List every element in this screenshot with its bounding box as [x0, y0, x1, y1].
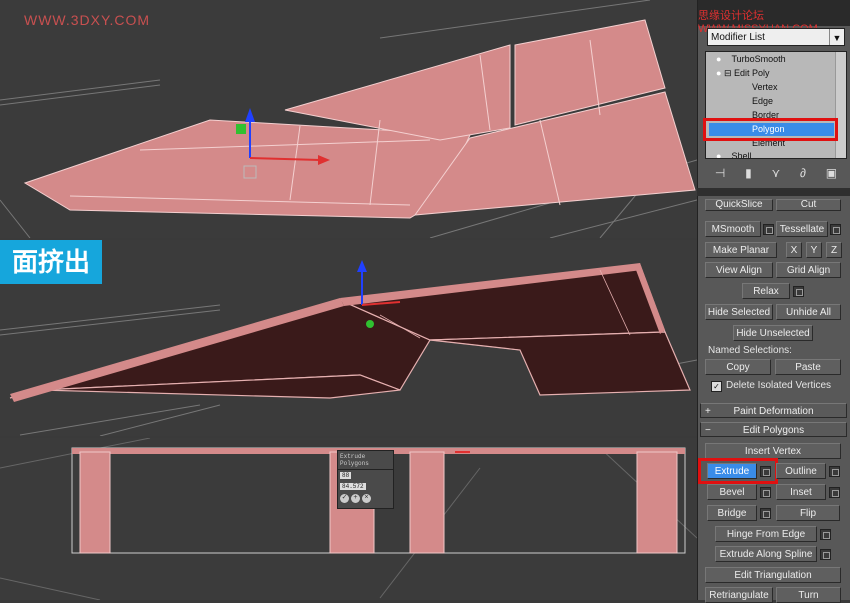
relax-button[interactable]: Relax: [742, 283, 790, 299]
named-selections-label: Named Selections:: [708, 345, 792, 356]
stack-scrollbar[interactable]: [835, 52, 846, 158]
extrude-height-field[interactable]: 84.572: [340, 483, 366, 490]
viewport-top[interactable]: WWW.3DXY.COM: [0, 0, 697, 238]
inset-button[interactable]: Inset: [776, 484, 826, 500]
step-badge: 面挤出: [0, 240, 102, 284]
tessellate-button[interactable]: Tessellate: [776, 221, 828, 237]
stack-item-shell[interactable]: ● Shell: [716, 150, 752, 159]
delete-isolated-checkbox[interactable]: ✓: [711, 381, 722, 392]
make-planar-button[interactable]: Make Planar: [705, 242, 777, 258]
stack-item-edge[interactable]: Edge: [752, 95, 773, 108]
viewport-perspective-canvas: [0, 260, 697, 436]
unhide-all-button[interactable]: Unhide All: [776, 304, 841, 320]
collapse-icon: −: [705, 425, 711, 436]
rollout-paint-deformation[interactable]: + Paint Deformation: [700, 403, 847, 418]
insert-vertex-button[interactable]: Insert Vertex: [705, 443, 841, 459]
edit-triangulation-button[interactable]: Edit Triangulation: [705, 567, 841, 583]
outline-settings-icon[interactable]: [829, 466, 840, 477]
stack-item-turbosmooth[interactable]: ● TurboSmooth: [716, 53, 786, 66]
make-planar-y-button[interactable]: Y: [806, 242, 822, 258]
apply-icon[interactable]: +: [351, 494, 360, 503]
make-planar-x-button[interactable]: X: [786, 242, 802, 258]
cut-button[interactable]: Cut: [776, 199, 841, 211]
bulb-icon[interactable]: ●: [716, 151, 721, 158]
delete-isolated-label: Delete Isolated Vertices: [726, 380, 832, 391]
make-planar-z-button[interactable]: Z: [826, 242, 842, 258]
relax-settings-icon[interactable]: [793, 286, 804, 297]
show-end-result-icon[interactable]: ▮: [745, 166, 752, 180]
panel-separator: [697, 188, 850, 196]
chevron-down-icon[interactable]: ▼: [829, 29, 844, 45]
highlight-polygon: [703, 118, 838, 141]
rollout-title: Edit Polygons: [742, 425, 805, 436]
highlight-extrude: [698, 458, 778, 484]
quickslice-button[interactable]: QuickSlice: [705, 199, 773, 211]
modifier-list-dropdown[interactable]: Modifier List ▼: [707, 28, 845, 46]
bevel-settings-icon[interactable]: [760, 487, 771, 498]
modifier-list-label: Modifier List: [711, 32, 765, 43]
stack-item-label: Edit Poly: [734, 68, 770, 78]
rollout-title: Paint Deformation: [733, 406, 814, 417]
cancel-icon[interactable]: ×: [362, 494, 371, 503]
bridge-button[interactable]: Bridge: [707, 505, 757, 521]
collapse-icon[interactable]: ⊟: [724, 68, 732, 78]
bridge-settings-icon[interactable]: [760, 508, 771, 519]
extrude-type-field[interactable]: 88: [340, 472, 352, 479]
watermark: WWW.3DXY.COM: [24, 12, 151, 28]
modifier-stack[interactable]: ● TurboSmooth ● ⊟ Edit Poly Vertex Edge …: [705, 51, 847, 159]
caddy-title: Extrude Polygons: [338, 451, 393, 470]
inset-settings-icon[interactable]: [829, 487, 840, 498]
bulb-icon[interactable]: ●: [716, 68, 721, 78]
view-align-button[interactable]: View Align: [705, 262, 773, 278]
bevel-button[interactable]: Bevel: [707, 484, 757, 500]
hide-selected-button[interactable]: Hide Selected: [705, 304, 773, 320]
extrude-along-spline-button[interactable]: Extrude Along Spline: [715, 546, 817, 562]
rollout-edit-polygons[interactable]: − Edit Polygons: [700, 422, 847, 437]
paste-button[interactable]: Paste: [775, 359, 841, 375]
hinge-settings-icon[interactable]: [820, 529, 831, 540]
remove-modifier-icon[interactable]: ∂: [800, 166, 806, 180]
stack-item-label: TurboSmooth: [731, 54, 786, 64]
grid-align-button[interactable]: Grid Align: [776, 262, 841, 278]
extrude-spline-settings-icon[interactable]: [820, 549, 831, 560]
ok-icon[interactable]: ✓: [340, 494, 349, 503]
panel-topbar: 思缘设计论坛 WWW.MISSYUAN.COM: [698, 0, 850, 35]
viewport-top-canvas: [0, 0, 697, 238]
msmooth-settings-icon[interactable]: [763, 224, 774, 235]
tessellate-settings-icon[interactable]: [830, 224, 841, 235]
stack-item-vertex[interactable]: Vertex: [752, 81, 778, 94]
hide-unselected-button[interactable]: Hide Unselected: [733, 325, 813, 341]
pin-stack-icon[interactable]: ⊣: [715, 166, 725, 180]
expand-icon: +: [705, 406, 711, 417]
msmooth-button[interactable]: MSmooth: [705, 221, 761, 237]
site-credit-cn: 思缘设计论坛: [698, 10, 764, 22]
stack-item-label: Shell: [731, 151, 752, 159]
hinge-from-edge-button[interactable]: Hinge From Edge: [715, 526, 817, 542]
make-unique-icon[interactable]: ⋎: [771, 166, 780, 180]
copy-button[interactable]: Copy: [705, 359, 771, 375]
bulb-icon[interactable]: ●: [716, 54, 721, 64]
stack-item-edit-poly[interactable]: ● ⊟ Edit Poly: [716, 67, 770, 80]
flip-button[interactable]: Flip: [776, 505, 840, 521]
retriangulate-button[interactable]: Retriangulate: [705, 587, 773, 603]
outline-button[interactable]: Outline: [776, 463, 826, 479]
stack-toolbar: ⊣ ▮ ⋎ ∂ ▣: [705, 164, 847, 182]
configure-modifier-sets-icon[interactable]: ▣: [826, 166, 837, 180]
viewport-perspective[interactable]: [0, 240, 697, 436]
turn-button[interactable]: Turn: [776, 587, 841, 603]
extrude-polygons-caddy[interactable]: Extrude Polygons 88 84.572 ✓ + ×: [337, 450, 394, 509]
